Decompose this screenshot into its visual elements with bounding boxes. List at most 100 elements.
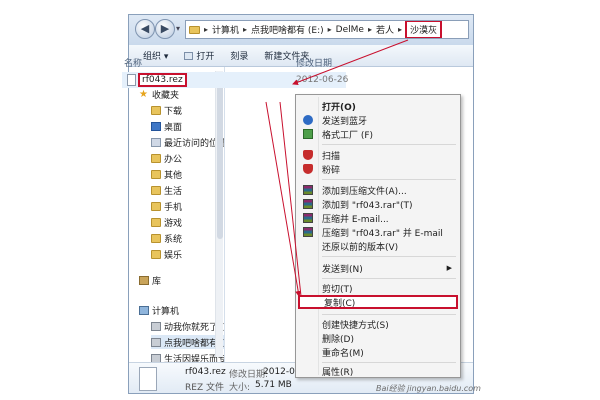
menu-item-scan[interactable]: 扫描 [298, 148, 458, 162]
nav-label: 办公 [164, 154, 183, 165]
menu-label: 发送到(N) [322, 264, 363, 275]
menu-label: 添加到压缩文件(A)... [322, 186, 407, 197]
menu-item-add-archive[interactable]: 添加到压缩文件(A)... [298, 183, 458, 197]
burn-button[interactable]: 刻录 [230, 49, 248, 62]
menu-item-format-factory[interactable]: 格式工厂 (F) [298, 127, 458, 141]
desktop-icon [151, 121, 161, 131]
history-dropdown-icon[interactable]: ▾ [176, 24, 180, 33]
menu-separator [322, 256, 456, 257]
breadcrumb-separator: ▸ [397, 25, 402, 34]
submenu-arrow-icon: ▶ [446, 264, 452, 272]
folder-icon [151, 153, 161, 163]
library-icon [139, 275, 149, 285]
menu-item-copy[interactable]: 复制(C) [298, 295, 458, 309]
nav-library[interactable]: 库 [139, 273, 161, 287]
menu-item-add-rar[interactable]: 添加到 "rf043.rar"(T) [298, 197, 458, 211]
menu-item-compress-rar-email[interactable]: 压缩到 "rf043.rar" 并 E-mail [298, 225, 458, 239]
folder-icon [151, 217, 161, 227]
winrar-icon [303, 227, 313, 237]
file-name[interactable]: rf043.rez [138, 73, 187, 87]
folder-icon [189, 25, 200, 34]
menu-item-create-shortcut[interactable]: 创建快捷方式(S) [298, 317, 458, 331]
forward-arrow-icon: ▶ [160, 22, 170, 35]
computer-icon [139, 305, 149, 315]
folder-icon [151, 185, 161, 195]
nav-drive-e[interactable]: 点我吧啥都有 (E: [151, 335, 224, 349]
menu-label: 重命名(M) [322, 348, 364, 359]
nav-folder-life[interactable]: 生活 [151, 183, 182, 197]
menu-label: 删除(D) [322, 334, 354, 345]
nav-computer[interactable]: 计算机 [139, 303, 179, 317]
breadcrumb-current-folder[interactable]: 沙漠灰 [405, 21, 443, 38]
menu-label: 发送到蓝牙 [322, 116, 368, 127]
menu-item-shred[interactable]: 粉碎 [298, 162, 458, 176]
nav-recent-places[interactable]: 最近访问的位置 [151, 135, 224, 149]
menu-item-properties[interactable]: 属性(R) [298, 364, 458, 378]
menu-label: 压缩并 E-mail... [322, 214, 389, 225]
menu-item-delete[interactable]: 删除(D) [298, 331, 458, 345]
breadcrumb-computer[interactable]: 计算机 [209, 23, 242, 36]
menu-label: 粉碎 [322, 165, 341, 176]
menu-item-compress-email[interactable]: 压缩并 E-mail... [298, 211, 458, 225]
winrar-icon [303, 185, 313, 195]
file-date: 2012-06-26 [296, 75, 349, 85]
nav-label: 其他 [164, 170, 183, 181]
forward-button[interactable]: ▶ [155, 19, 175, 39]
nav-favorites[interactable]: ★ 收藏夹 [139, 87, 179, 101]
menu-separator [322, 314, 456, 315]
nav-label: 库 [152, 276, 162, 287]
breadcrumb-delme[interactable]: DelMe [333, 25, 367, 35]
nav-folder-other[interactable]: 其他 [151, 167, 182, 181]
breadcrumb-ruoren[interactable]: 若人 [373, 23, 397, 36]
menu-label: 属性(R) [322, 367, 354, 378]
menu-label: 创建快捷方式(S) [322, 320, 389, 331]
menu-label: 复制(C) [324, 298, 356, 309]
nav-label: 系统 [164, 234, 183, 245]
nav-label: 游戏 [164, 218, 183, 229]
nav-downloads[interactable]: 下载 [151, 103, 182, 117]
shield-icon [303, 164, 313, 174]
details-size-value: 5.71 MB [255, 380, 292, 390]
column-header-date[interactable]: 修改日期 [296, 56, 332, 69]
shield-icon [303, 150, 313, 160]
format-factory-icon [303, 129, 313, 139]
breadcrumb-drive-e[interactable]: 点我吧啥都有 (E:) [248, 23, 327, 36]
menu-item-rename[interactable]: 重命名(M) [298, 345, 458, 359]
menu-item-restore-versions[interactable]: 还原以前的版本(V) [298, 239, 458, 253]
open-label: 打开 [196, 52, 215, 62]
back-arrow-icon: ◀ [140, 22, 150, 35]
back-button[interactable]: ◀ [135, 19, 155, 39]
nav-folder-entertainment[interactable]: 娱乐 [151, 247, 182, 261]
nav-scrollbar[interactable] [215, 71, 223, 357]
star-icon: ★ [139, 88, 148, 100]
nav-label: 桌面 [164, 122, 183, 133]
nav-folder-phone[interactable]: 手机 [151, 199, 182, 213]
address-row: ◀ ▶ ▾ ▸ 计算机 ▸ 点我吧啥都有 (E:) ▸ DelMe ▸ 若人 ▸… [129, 15, 473, 45]
menu-item-open[interactable]: 打开(O) [298, 99, 458, 113]
menu-item-cut[interactable]: 剪切(T) [298, 281, 458, 295]
column-header-name[interactable]: 名称 [124, 56, 142, 69]
menu-label: 添加到 "rf043.rar"(T) [322, 200, 413, 211]
nav-folder-office[interactable]: 办公 [151, 151, 182, 165]
nav-drive-c[interactable]: 动我你就死了 (C [151, 319, 224, 333]
navigation-pane: ★ 收藏夹 下载 桌面 最近访问的位置 办公 其他 生活 手机 游戏 系统 娱乐 … [129, 67, 225, 363]
folder-icon [151, 201, 161, 211]
nav-label: 计算机 [152, 306, 180, 317]
folder-icon [151, 233, 161, 243]
menu-item-send-to[interactable]: 发送到(N) ▶ [298, 261, 458, 275]
address-bar[interactable]: ▸ 计算机 ▸ 点我吧啥都有 (E:) ▸ DelMe ▸ 若人 ▸ 沙漠灰 [185, 20, 469, 39]
nav-label: 手机 [164, 202, 183, 213]
nav-desktop[interactable]: 桌面 [151, 119, 182, 133]
drive-icon [151, 337, 161, 347]
file-thumbnail-icon [139, 367, 157, 391]
open-button[interactable]: 打开 [184, 49, 214, 62]
nav-label: 生活 [164, 186, 183, 197]
nav-folder-system[interactable]: 系统 [151, 231, 182, 245]
context-menu: 打开(O) 发送到蓝牙 格式工厂 (F) 扫描 粉碎 添加到压缩文件(A)...… [295, 94, 461, 378]
nav-scrollbar-thumb[interactable] [217, 79, 223, 239]
nav-folder-games[interactable]: 游戏 [151, 215, 182, 229]
menu-label: 打开(O) [322, 102, 356, 113]
organize-button[interactable]: 组织 ▾ [143, 49, 168, 62]
menu-item-bluetooth[interactable]: 发送到蓝牙 [298, 113, 458, 127]
watermark: Bai经验 jingyan.baidu.com [376, 384, 481, 393]
